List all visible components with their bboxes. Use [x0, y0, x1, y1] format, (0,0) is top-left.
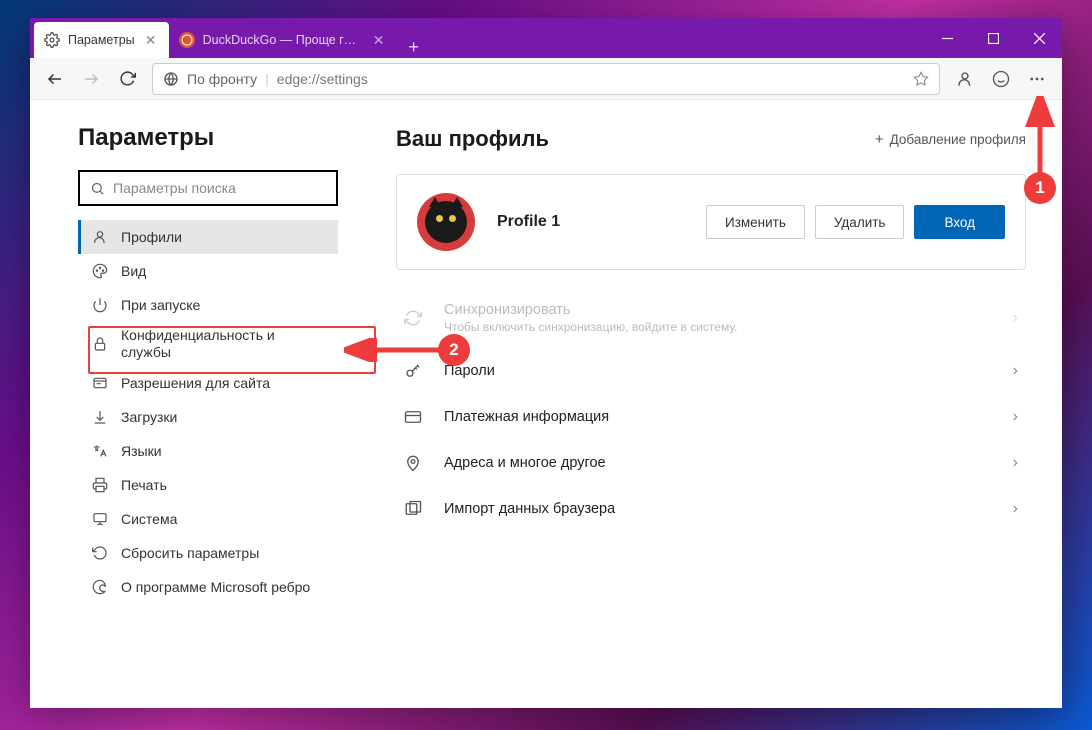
chevron-right-icon: ›	[1013, 500, 1018, 518]
print-icon	[91, 476, 109, 494]
profile-icon[interactable]	[948, 62, 982, 96]
profile-settings-list: СинхронизироватьЧтобы включить синхрониз…	[396, 288, 1026, 532]
feedback-icon[interactable]	[984, 62, 1018, 96]
separator: |	[265, 71, 269, 87]
add-profile-button[interactable]: +Добавление профиля	[875, 131, 1026, 148]
nav-site-permissions[interactable]: Разрешения для сайта	[78, 366, 338, 400]
tab-label: Параметры	[68, 33, 135, 47]
key-icon	[400, 362, 426, 380]
plus-icon: +	[875, 131, 884, 148]
titlebar: Параметры ✕ DuckDuckGo — Проще говоря ✕ …	[30, 18, 1062, 58]
sync-icon	[400, 309, 426, 327]
close-button[interactable]	[1016, 18, 1062, 58]
toolbar: По фронту | edge://settings	[30, 58, 1062, 100]
ddg-icon	[179, 32, 195, 48]
row-passwords[interactable]: Пароли ›	[396, 348, 1026, 394]
content: Параметры Профили Вид При запуске Конфид…	[30, 100, 1062, 708]
profile-heading: Ваш профиль	[396, 126, 549, 152]
chevron-right-icon: ›	[1013, 362, 1018, 380]
import-icon	[400, 500, 426, 518]
download-icon	[91, 408, 109, 426]
chevron-right-icon: ›	[1013, 454, 1018, 472]
tabstrip: Параметры ✕ DuckDuckGo — Проще говоря ✕ …	[30, 18, 924, 58]
settings-nav: Профили Вид При запуске Конфиденциальнос…	[78, 220, 358, 604]
page-title: Параметры	[78, 124, 358, 152]
system-icon	[91, 510, 109, 528]
tab-settings[interactable]: Параметры ✕	[34, 22, 169, 58]
nav-print[interactable]: Печать	[78, 468, 338, 502]
main: Ваш профиль +Добавление профиля Profile …	[372, 100, 1062, 708]
nav-appearance[interactable]: Вид	[78, 254, 338, 288]
power-icon	[91, 296, 109, 314]
nav-startup[interactable]: При запуске	[78, 288, 338, 322]
close-icon[interactable]: ✕	[143, 32, 159, 48]
forward-button	[74, 62, 108, 96]
delete-profile-button[interactable]: Удалить	[815, 205, 905, 239]
card-icon	[400, 408, 426, 426]
gear-icon	[44, 32, 60, 48]
address-site-label: По фронту	[187, 71, 257, 87]
nav-profiles[interactable]: Профили	[78, 220, 338, 254]
nav-downloads[interactable]: Загрузки	[78, 400, 338, 434]
row-addresses[interactable]: Адреса и многое другое ›	[396, 440, 1026, 486]
search-icon	[90, 181, 105, 196]
signin-button[interactable]: Вход	[914, 205, 1005, 239]
window-controls	[924, 18, 1062, 58]
edge-icon	[91, 578, 109, 596]
row-import[interactable]: Импорт данных браузера ›	[396, 486, 1026, 532]
row-payment[interactable]: Платежная информация ›	[396, 394, 1026, 440]
nav-about[interactable]: О программе Microsoft ребро	[78, 570, 338, 604]
main-header: Ваш профиль +Добавление профиля	[396, 126, 1026, 152]
settings-search[interactable]	[78, 170, 338, 206]
back-button[interactable]	[38, 62, 72, 96]
nav-system[interactable]: Система	[78, 502, 338, 536]
close-icon[interactable]: ✕	[371, 32, 387, 48]
favorite-icon[interactable]	[913, 71, 929, 87]
nav-privacy[interactable]: Конфиденциальность и службы	[78, 322, 338, 366]
reset-icon	[91, 544, 109, 562]
profile-name: Profile 1	[497, 213, 684, 231]
profile-card: Profile 1 Изменить Удалить Вход	[396, 174, 1026, 270]
row-sync: СинхронизироватьЧтобы включить синхрониз…	[396, 288, 1026, 348]
profile-actions: Изменить Удалить Вход	[706, 205, 1005, 239]
new-tab-button[interactable]: +	[397, 37, 431, 58]
nav-reset[interactable]: Сбросить параметры	[78, 536, 338, 570]
permissions-icon	[91, 374, 109, 392]
refresh-button[interactable]	[110, 62, 144, 96]
avatar	[417, 193, 475, 251]
chevron-right-icon: ›	[1013, 309, 1018, 327]
sidebar: Параметры Профили Вид При запуске Конфид…	[30, 100, 372, 708]
browser-window: Параметры ✕ DuckDuckGo — Проще говоря ✕ …	[30, 18, 1062, 708]
menu-button[interactable]	[1020, 62, 1054, 96]
languages-icon	[91, 442, 109, 460]
person-icon	[91, 228, 109, 246]
search-input[interactable]	[113, 180, 326, 196]
maximize-button[interactable]	[970, 18, 1016, 58]
address-bar[interactable]: По фронту | edge://settings	[152, 63, 940, 95]
lock-icon	[91, 335, 109, 353]
address-url: edge://settings	[277, 71, 368, 87]
edge-icon	[163, 71, 179, 87]
tab-duckduckgo[interactable]: DuckDuckGo — Проще говоря ✕	[169, 22, 397, 58]
nav-languages[interactable]: Языки	[78, 434, 338, 468]
palette-icon	[91, 262, 109, 280]
tab-label: DuckDuckGo — Проще говоря	[203, 33, 363, 47]
edit-profile-button[interactable]: Изменить	[706, 205, 805, 239]
minimize-button[interactable]	[924, 18, 970, 58]
chevron-right-icon: ›	[1013, 408, 1018, 426]
location-icon	[400, 454, 426, 472]
